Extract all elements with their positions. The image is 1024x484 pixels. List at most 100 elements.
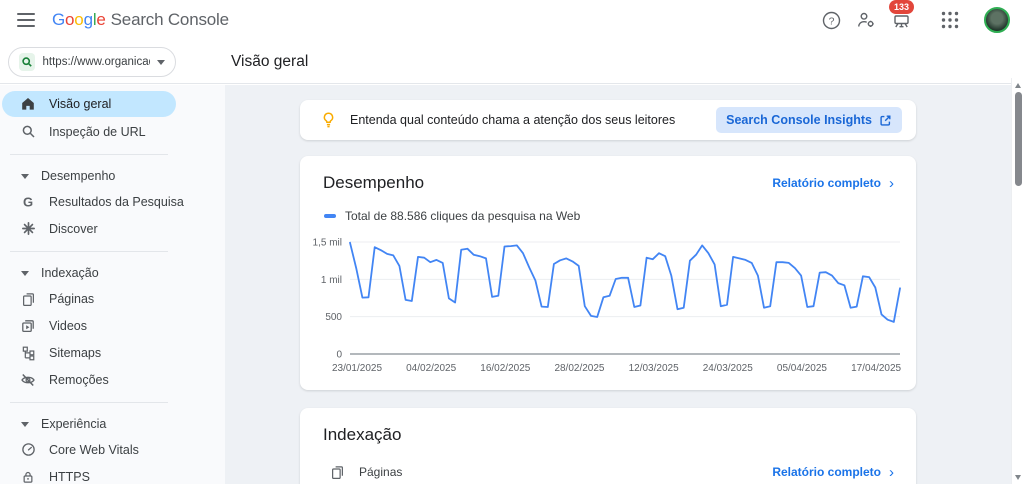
svg-text:G: G	[23, 194, 33, 209]
app-root: Google Search Console ? 133 https://www.…	[0, 0, 1024, 484]
section-label: Desempenho	[41, 169, 116, 183]
scroll-down-arrow[interactable]	[1015, 475, 1021, 480]
vertical-scrollbar[interactable]	[1011, 78, 1024, 484]
cwv-icon	[20, 442, 36, 458]
sidebar-item-label: Sitemaps	[49, 345, 102, 360]
external-link-icon	[879, 114, 892, 127]
sidebar-item-inspecao-de-url[interactable]: Inspeção de URL	[0, 118, 176, 145]
property-selector[interactable]: https://www.organicadi...	[8, 47, 176, 77]
banner-text: Entenda qual conteúdo chama a atenção do…	[350, 113, 676, 127]
svg-text:24/03/2025: 24/03/2025	[703, 363, 753, 374]
avatar[interactable]	[984, 7, 1010, 33]
main-area: Visão geral Inspeção de URL Desempenho G Res…	[0, 78, 1024, 484]
sidebar: Visão geral Inspeção de URL Desempenho G Res…	[0, 85, 225, 484]
svg-text:28/02/2025: 28/02/2025	[554, 363, 604, 374]
top-bar: Google Search Console ? 133	[0, 0, 1024, 40]
sidebar-section-indexacao[interactable]: Indexação	[0, 261, 225, 285]
insights-button-label: Search Console Insights	[726, 113, 872, 127]
sidebar-item-paginas[interactable]: Páginas	[0, 285, 176, 312]
apps-grid-icon[interactable]	[937, 7, 963, 33]
videos-icon	[20, 318, 36, 334]
menu-icon[interactable]	[14, 8, 38, 32]
sidebar-item-label: Páginas	[49, 291, 95, 306]
insights-banner: Entenda qual conteúdo chama a atenção do…	[300, 100, 916, 140]
pages-icon	[330, 464, 346, 480]
clicks-line-chart[interactable]: 0 500 1 mil 1,5 mil 23/01/2025 04/02/2025 16/0…	[300, 218, 916, 378]
performance-card: Desempenho Relatório completo › Total de…	[300, 156, 916, 390]
indexing-full-report-link[interactable]: Relatório completo ›	[772, 465, 894, 480]
sidebar-item-label: HTTPS	[49, 469, 90, 484]
sidebar-item-visao-geral[interactable]: Visão geral	[2, 91, 176, 117]
report-link-label: Relatório completo	[772, 465, 881, 479]
sidebar-section-desempenho[interactable]: Desempenho	[0, 164, 225, 188]
indexing-row-label: Páginas	[359, 465, 403, 479]
chevron-down-icon	[157, 59, 165, 65]
https-icon	[20, 469, 36, 484]
svg-text:1,5 mil: 1,5 mil	[313, 238, 342, 249]
google-logo-text: Google	[52, 10, 106, 29]
caret-down-icon	[21, 270, 29, 276]
svg-text:16/02/2025: 16/02/2025	[480, 363, 530, 374]
g-icon: G	[20, 194, 36, 210]
svg-text:1 mil: 1 mil	[321, 275, 342, 286]
page-title: Visão geral	[231, 53, 309, 70]
sidebar-item-label: Discover	[49, 221, 98, 236]
performance-card-title: Desempenho	[323, 173, 425, 192]
section-label: Indexação	[41, 266, 99, 280]
sidebar-item-remocoes[interactable]: Remoções	[0, 366, 176, 393]
app-logo: Google Search Console	[52, 10, 229, 30]
section-label: Experiência	[41, 417, 107, 431]
property-url: https://www.organicadi...	[42, 56, 150, 68]
svg-text:12/03/2025: 12/03/2025	[629, 363, 679, 374]
removals-icon	[20, 372, 36, 388]
sidebar-divider	[10, 251, 168, 252]
discover-icon	[20, 221, 36, 237]
search-console-insights-button[interactable]: Search Console Insights	[716, 107, 902, 133]
scrollbar-thumb[interactable]	[1014, 92, 1022, 186]
performance-full-report-link[interactable]: Relatório completo ›	[772, 176, 894, 191]
property-icon	[19, 53, 35, 71]
caret-down-icon	[21, 421, 29, 427]
indexing-card-title: Indexação	[323, 425, 402, 444]
svg-text:05/04/2025: 05/04/2025	[777, 363, 827, 374]
app-logo-label: Search Console	[110, 10, 229, 29]
sidebar-item-label: Resultados da Pesquisa	[49, 194, 184, 209]
indexing-pages-row: Páginas Relatório completo ›	[300, 464, 916, 480]
chevron-right-icon: ›	[889, 463, 894, 481]
sidebar-item-resultados-da-pesquisa[interactable]: G Resultados da Pesquisa	[0, 188, 184, 215]
chevron-right-icon: ›	[889, 174, 894, 192]
announcements-icon[interactable]: 133	[888, 0, 915, 33]
user-settings-icon[interactable]	[853, 7, 879, 33]
sidebar-divider	[10, 402, 168, 403]
subheader: https://www.organicadi... Visão geral	[0, 40, 1024, 84]
sidebar-item-label: Core Web Vitals	[49, 442, 139, 457]
svg-text:17/04/2025: 17/04/2025	[851, 363, 901, 374]
svg-text:04/02/2025: 04/02/2025	[406, 363, 456, 374]
sidebar-item-label: Inspeção de URL	[49, 124, 146, 139]
sidebar-item-label: Videos	[49, 318, 87, 333]
sidebar-item-label: Remoções	[49, 372, 109, 387]
help-icon[interactable]: ?	[818, 7, 844, 33]
report-link-label: Relatório completo	[772, 176, 881, 190]
caret-down-icon	[21, 173, 29, 179]
notification-badge: 133	[889, 0, 915, 14]
sidebar-item-discover[interactable]: Discover	[0, 215, 176, 242]
scroll-up-arrow[interactable]	[1015, 83, 1021, 88]
svg-text:23/01/2025: 23/01/2025	[332, 363, 382, 374]
sidebar-item-sitemaps[interactable]: Sitemaps	[0, 339, 176, 366]
pages-icon	[20, 291, 36, 307]
svg-text:0: 0	[336, 350, 342, 361]
indexing-card: Indexação Páginas Relatório completo ›	[300, 408, 916, 484]
sidebar-item-core-web-vitals[interactable]: Core Web Vitals	[0, 436, 176, 463]
lightbulb-icon	[320, 111, 337, 129]
svg-text:?: ?	[828, 15, 834, 27]
home-icon	[20, 96, 36, 112]
search-icon	[20, 124, 36, 140]
sidebar-divider	[10, 154, 168, 155]
sidebar-section-experiencia[interactable]: Experiência	[0, 412, 225, 436]
svg-text:500: 500	[325, 312, 342, 323]
sidebar-item-label: Visão geral	[49, 97, 112, 111]
sidebar-item-https[interactable]: HTTPS	[0, 463, 176, 484]
sidebar-item-videos[interactable]: Videos	[0, 312, 176, 339]
sitemaps-icon	[20, 345, 36, 361]
